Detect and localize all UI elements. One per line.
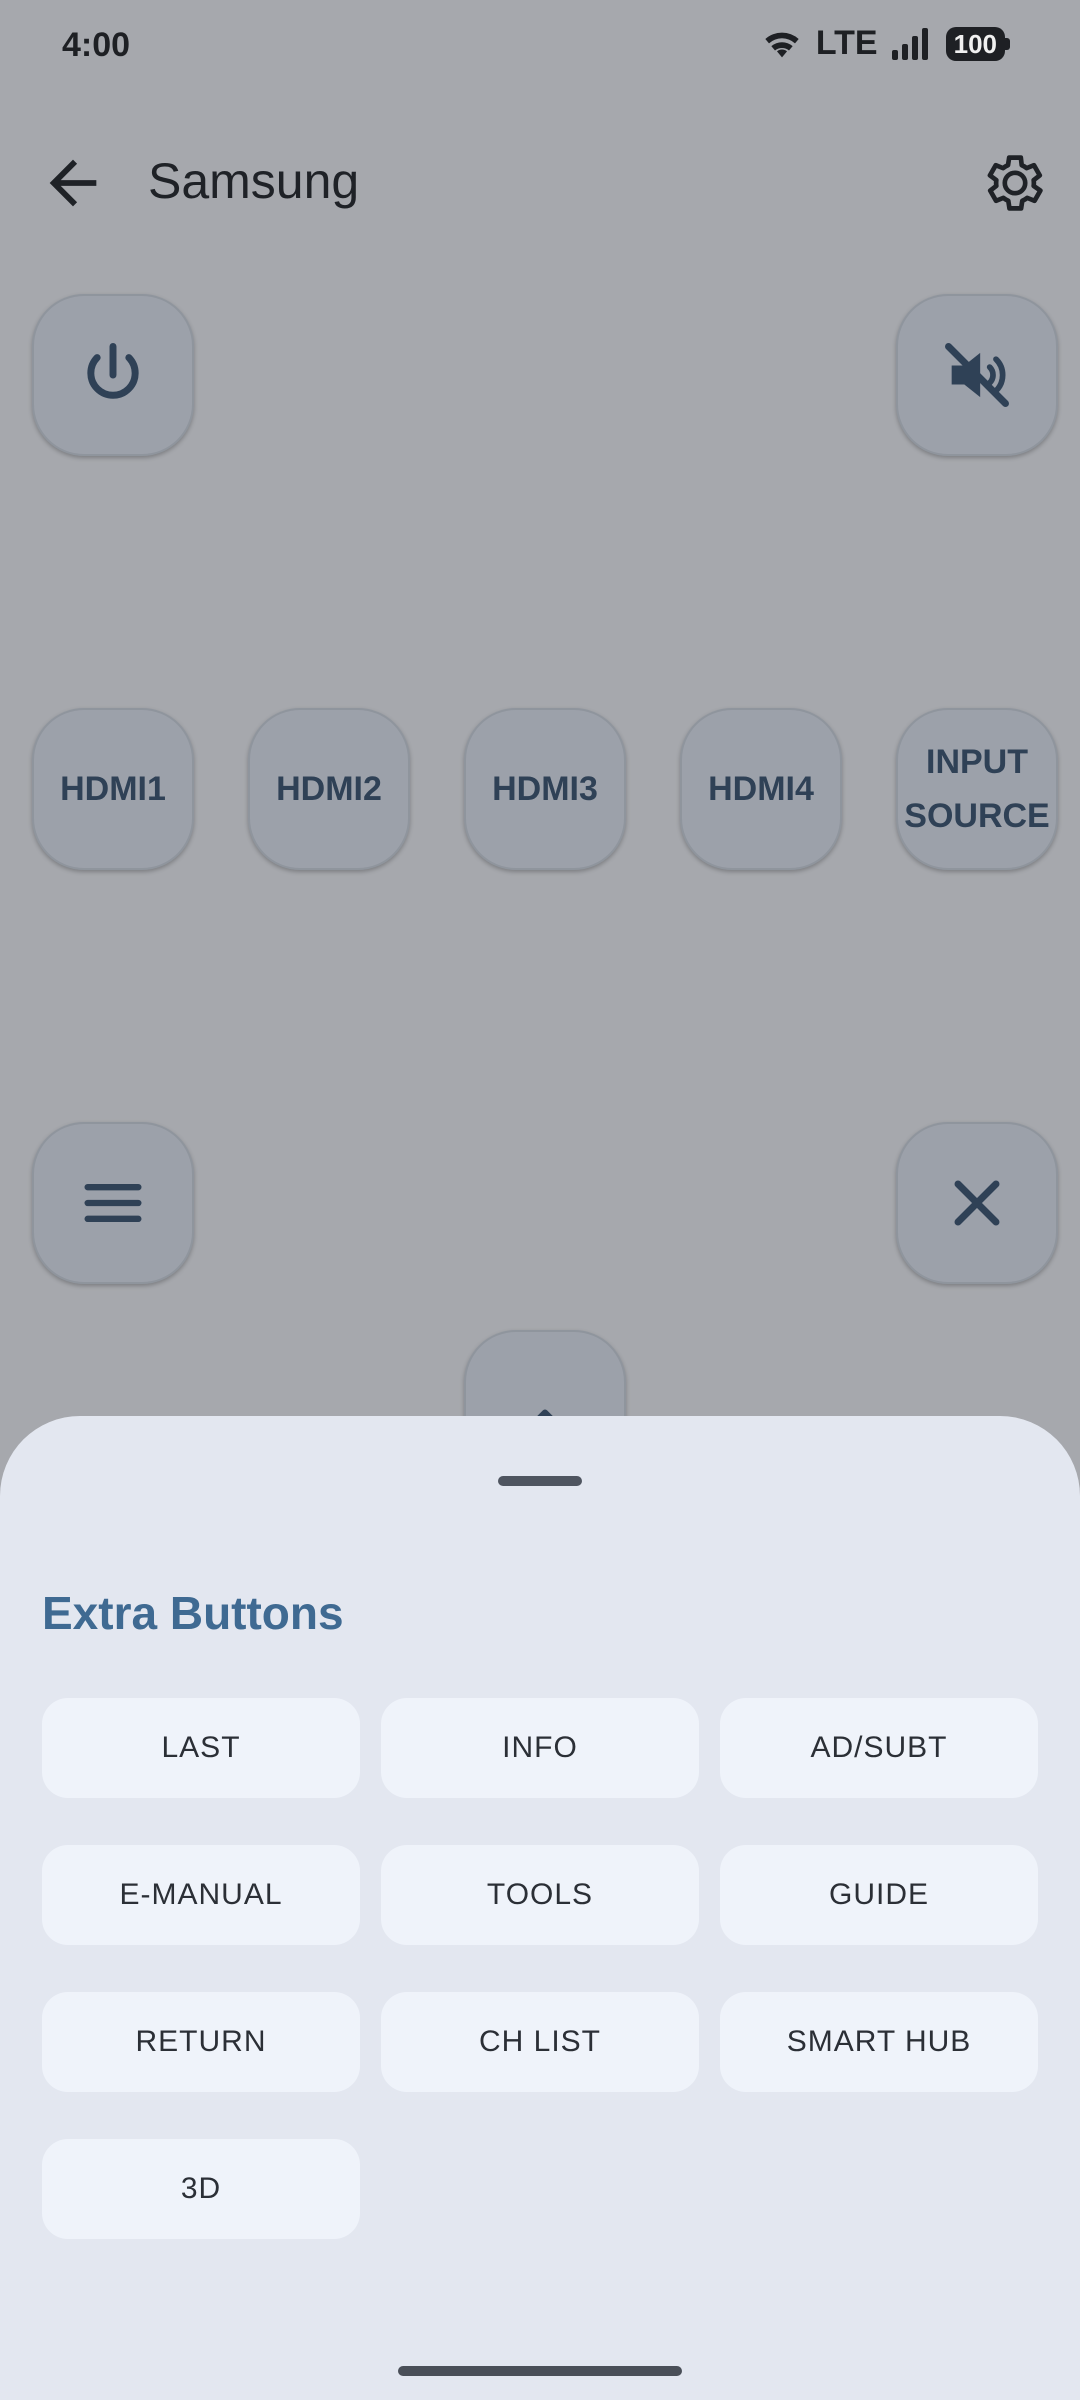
battery-level: 100	[945, 26, 1005, 61]
hdmi4-label: HDMI4	[708, 770, 814, 808]
status-time: 4:00	[62, 26, 131, 64]
extra-buttons-sheet: Extra Buttons LAST INFO AD/SUBT E-MANUAL…	[0, 1416, 1080, 2400]
hdmi3-label: HDMI3	[492, 770, 598, 808]
return-button[interactable]: RETURN	[42, 1992, 360, 2092]
3d-button[interactable]: 3D	[42, 2139, 360, 2239]
ad-subt-button[interactable]: AD/SUBT	[720, 1698, 1038, 1798]
sheet-drag-handle[interactable]	[498, 1476, 582, 1486]
smart-hub-button[interactable]: SMART HUB	[720, 1992, 1038, 2092]
mute-button[interactable]	[896, 294, 1058, 456]
status-icons: LTE 100	[762, 24, 1010, 63]
gesture-nav-bar[interactable]	[398, 2366, 682, 2376]
hdmi2-button[interactable]: HDMI2	[248, 708, 410, 870]
signal-icon	[891, 27, 928, 60]
gear-icon[interactable]	[980, 148, 1050, 218]
battery-tip	[1005, 37, 1010, 50]
menu-button[interactable]	[32, 1122, 194, 1284]
app-bar: Samsung	[0, 130, 1080, 240]
power-button[interactable]	[32, 294, 194, 456]
tools-button[interactable]: TOOLS	[381, 1845, 699, 1945]
input-source-label-line2: SOURCE	[904, 797, 1050, 835]
wifi-icon	[765, 32, 799, 57]
page-title: Samsung	[148, 153, 360, 209]
hdmi3-button[interactable]: HDMI3	[464, 708, 626, 870]
hdmi1-label: HDMI1	[60, 770, 166, 808]
arrow-left-icon[interactable]	[38, 148, 108, 218]
guide-button[interactable]: GUIDE	[720, 1845, 1038, 1945]
exit-button[interactable]	[896, 1122, 1058, 1284]
hdmi2-label: HDMI2	[276, 770, 382, 808]
e-manual-button[interactable]: E-MANUAL	[42, 1845, 360, 1945]
network-type: LTE	[815, 24, 878, 62]
close-icon	[954, 1180, 1000, 1226]
sheet-title: Extra Buttons	[42, 1587, 344, 1639]
hamburger-menu-icon	[84, 1184, 142, 1222]
input-source-label-line1: INPUT	[926, 743, 1028, 781]
status-bar: 4:00 LTE 100	[0, 0, 1080, 96]
info-button[interactable]: INFO	[381, 1698, 699, 1798]
power-icon	[87, 343, 139, 399]
battery-indicator: 100	[945, 26, 1010, 61]
hdmi4-button[interactable]: HDMI4	[680, 708, 842, 870]
volume-mute-icon	[945, 343, 1009, 407]
ch-list-button[interactable]: CH LIST	[381, 1992, 699, 2092]
hdmi1-button[interactable]: HDMI1	[32, 708, 194, 870]
last-button[interactable]: LAST	[42, 1698, 360, 1798]
input-source-button[interactable]: INPUT SOURCE	[896, 708, 1058, 870]
